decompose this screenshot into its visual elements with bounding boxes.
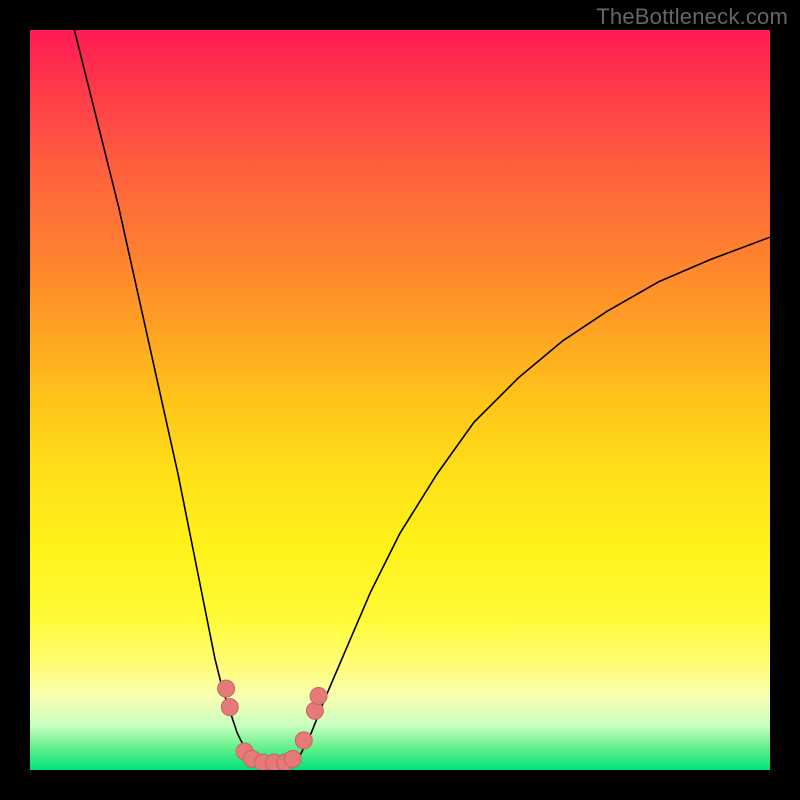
- series-group: [74, 30, 770, 768]
- chart-svg: [30, 30, 770, 770]
- plot-area: [30, 30, 770, 770]
- highlight-dot: [306, 702, 323, 719]
- watermark-text: TheBottleneck.com: [596, 4, 788, 30]
- series-right-branch: [296, 237, 770, 762]
- highlight-dot: [295, 732, 312, 749]
- highlight-dot: [221, 699, 238, 716]
- series-left-branch: [74, 30, 252, 763]
- chart-frame: TheBottleneck.com: [0, 0, 800, 800]
- highlight-dot: [218, 680, 235, 697]
- highlight-dot: [284, 750, 301, 767]
- highlight-dot: [310, 688, 327, 705]
